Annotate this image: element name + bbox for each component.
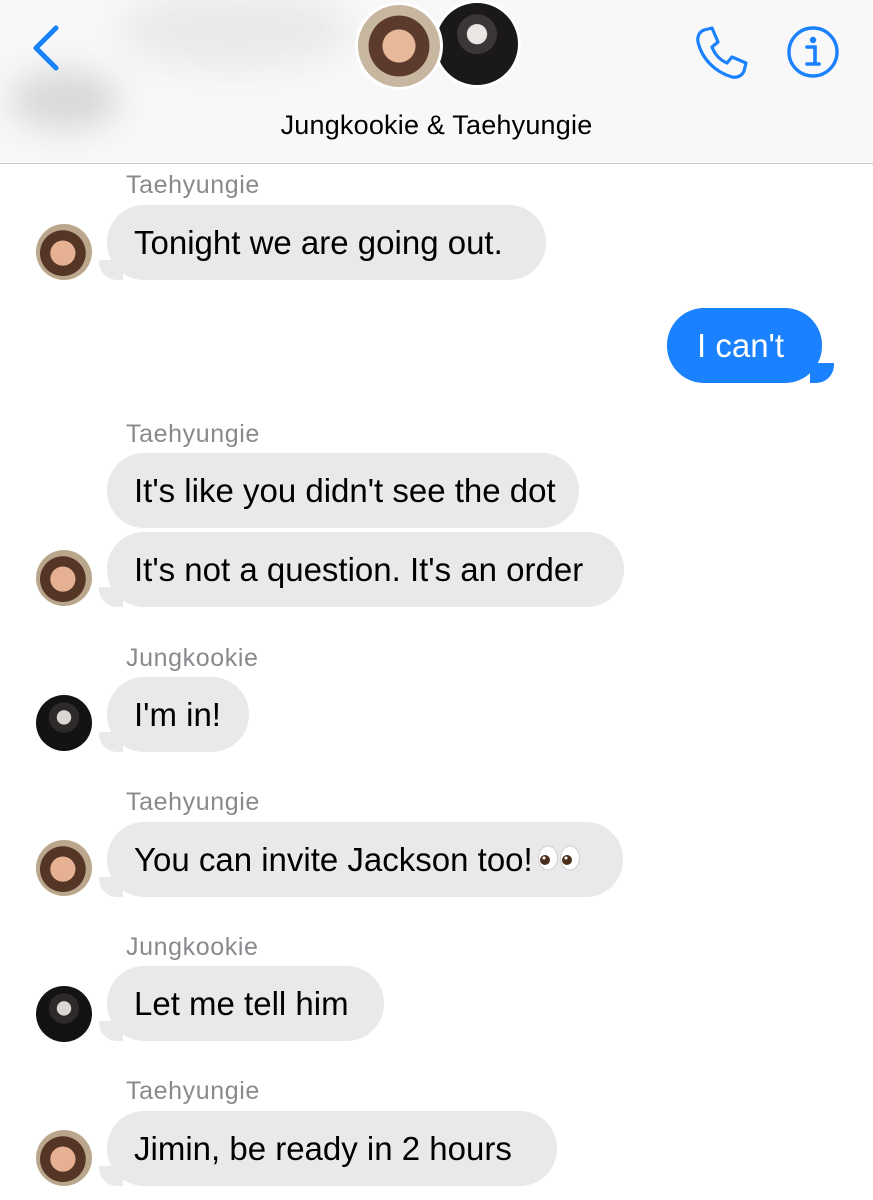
sender-name: Jungkookie xyxy=(126,933,259,961)
sender-name: Taehyungie xyxy=(126,420,260,448)
phone-icon xyxy=(696,26,748,79)
group-avatars[interactable] xyxy=(355,0,525,96)
chevron-left-icon xyxy=(33,25,59,71)
conversation-title[interactable]: Jungkookie & Taehyungie xyxy=(0,110,873,141)
avatar[interactable] xyxy=(36,986,92,1042)
message-bubble[interactable]: I'm in! xyxy=(107,677,249,752)
sender-name: Taehyungie xyxy=(126,1077,260,1105)
avatar[interactable] xyxy=(36,695,92,751)
avatar[interactable] xyxy=(36,224,92,280)
avatar[interactable] xyxy=(36,1130,92,1186)
message-bubble[interactable]: Tonight we are going out. xyxy=(107,205,546,280)
sender-name: Taehyungie xyxy=(126,788,260,816)
message-bubble[interactable]: I can't xyxy=(667,308,822,383)
message-bubble[interactable]: It's not a question. It's an order xyxy=(107,532,624,607)
sender-name: Jungkookie xyxy=(126,644,259,672)
sender-name: Taehyungie xyxy=(126,171,260,199)
avatar xyxy=(433,0,521,88)
message-bubble[interactable]: You can invite Jackson too! xyxy=(107,822,623,897)
info-icon xyxy=(787,26,839,78)
message-bubble[interactable]: It's like you didn't see the dot xyxy=(107,453,579,528)
call-button[interactable] xyxy=(690,22,752,84)
info-button[interactable] xyxy=(786,25,840,79)
avatar[interactable] xyxy=(36,550,92,606)
avatar xyxy=(355,2,443,90)
blurred-background xyxy=(120,0,350,70)
eyes-emoji xyxy=(537,822,581,897)
message-bubble[interactable]: Let me tell him xyxy=(107,966,384,1041)
message-text: You can invite Jackson too! xyxy=(134,841,533,878)
back-button[interactable] xyxy=(22,22,74,74)
conversation-header: Jungkookie & Taehyungie xyxy=(0,0,873,164)
avatar[interactable] xyxy=(36,840,92,896)
message-bubble[interactable]: Jimin, be ready in 2 hours xyxy=(107,1111,557,1186)
